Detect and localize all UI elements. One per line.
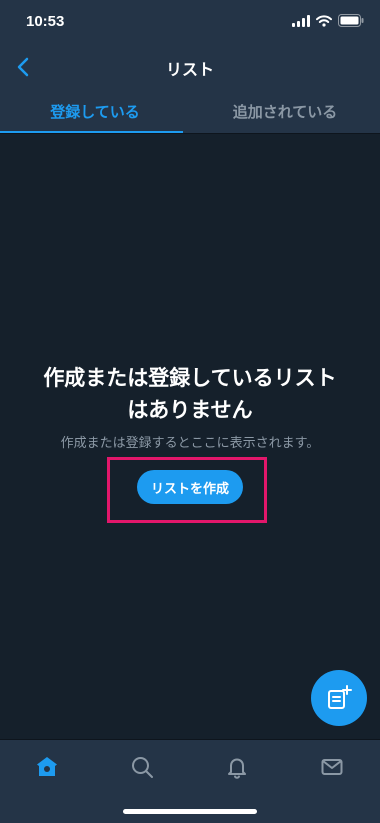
new-list-icon xyxy=(328,685,352,709)
empty-state-subtitle: 作成または登録するとここに表示されます。 xyxy=(60,436,320,451)
tab-subscribed[interactable]: 登録している xyxy=(0,90,190,133)
navigation-bar: リスト xyxy=(0,44,380,90)
home-icon xyxy=(37,757,57,776)
tab-member-of[interactable]: 追加されている xyxy=(190,90,380,133)
signal-icon xyxy=(292,14,310,27)
status-icons xyxy=(292,14,364,27)
mail-icon xyxy=(321,759,343,775)
empty-title-line-1: 作成または登録しているリスト xyxy=(43,366,337,390)
tab-label: 登録している xyxy=(50,103,140,121)
wifi-icon xyxy=(316,14,332,27)
search-icon xyxy=(132,757,153,778)
status-time: 10:53 xyxy=(26,13,65,30)
page-title: リスト xyxy=(165,60,214,79)
create-list-button[interactable]: リストを作成 xyxy=(137,470,243,504)
home-indicator[interactable] xyxy=(123,809,257,814)
tab-search[interactable] xyxy=(127,752,157,782)
tab-home[interactable] xyxy=(32,752,62,782)
tab-messages[interactable] xyxy=(317,752,347,782)
empty-state: 作成または登録しているリスト はありません 作成または登録するとここに表示されま… xyxy=(0,362,380,451)
empty-title-line-2: はありません xyxy=(127,398,253,422)
tab-notifications[interactable] xyxy=(222,752,252,782)
empty-state-title: 作成または登録しているリスト はありません xyxy=(25,362,355,426)
header-area: 10:53 リスト 登録している 追加されている xyxy=(0,0,380,133)
status-bar: 10:53 xyxy=(0,0,380,44)
tab-label: 追加されている xyxy=(232,103,338,121)
screen: 10:53 リスト 登録している 追加されている 作成または登録しているリスト … xyxy=(0,0,380,823)
new-list-fab[interactable] xyxy=(311,670,367,726)
battery-icon xyxy=(338,14,364,27)
tab-bar: 登録している 追加されている xyxy=(0,90,380,133)
header-divider xyxy=(0,133,380,134)
bell-icon xyxy=(228,758,246,779)
